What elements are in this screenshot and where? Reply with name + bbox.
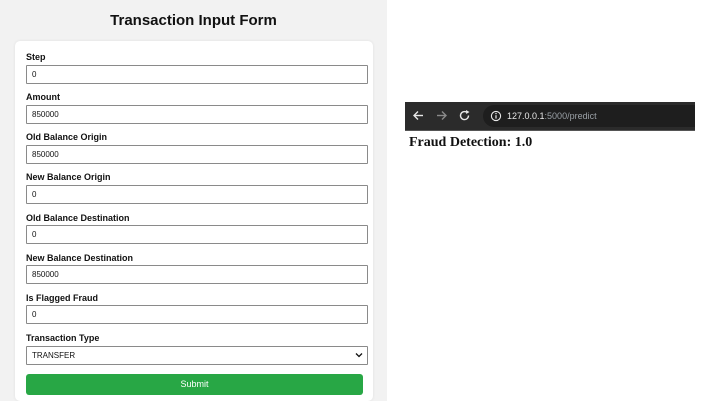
old-balance-origin-input[interactable]: 850000 [26,145,368,164]
back-arrow-icon[interactable] [412,109,425,122]
url-host: 127.0.0.1 [507,111,545,121]
form-title: Transaction Input Form [110,12,277,29]
info-icon[interactable] [490,110,502,122]
reload-icon[interactable] [458,109,471,122]
fraud-detection-result: Fraud Detection: 1.0 [409,135,533,150]
amount-input[interactable]: 850000 [26,105,368,124]
amount-label: Amount [26,92,60,102]
transaction-type-label: Transaction Type [26,333,100,343]
form-panel: Transaction Input Form Step 0 Amount 850… [0,0,387,401]
form-card: Step 0 Amount 850000 Old Balance Origin … [15,41,373,401]
new-balance-destination-label: New Balance Destination [26,253,134,263]
chevron-down-icon [355,353,363,358]
transaction-type-select[interactable]: TRANSFER [26,346,368,365]
old-balance-origin-label: Old Balance Origin [26,132,108,142]
forward-arrow-icon[interactable] [435,109,448,122]
new-balance-destination-input[interactable]: 850000 [26,265,368,284]
is-flagged-fraud-input[interactable]: 0 [26,305,368,324]
step-label: Step [26,52,46,62]
step-input[interactable]: 0 [26,65,368,84]
is-flagged-fraud-label: Is Flagged Fraud [26,293,99,303]
url-text: 127.0.0.1:5000/predict [507,105,597,127]
old-balance-destination-label: Old Balance Destination [26,213,130,223]
address-bar[interactable]: 127.0.0.1:5000/predict [483,105,695,127]
url-path: :5000/predict [544,111,597,121]
submit-button[interactable]: Submit [26,374,363,395]
new-balance-origin-input[interactable]: 0 [26,185,368,204]
new-balance-origin-label: New Balance Origin [26,172,111,182]
transaction-type-value: TRANSFER [32,351,76,360]
browser-toolbar: 127.0.0.1:5000/predict [405,102,695,131]
old-balance-destination-input[interactable]: 0 [26,225,368,244]
